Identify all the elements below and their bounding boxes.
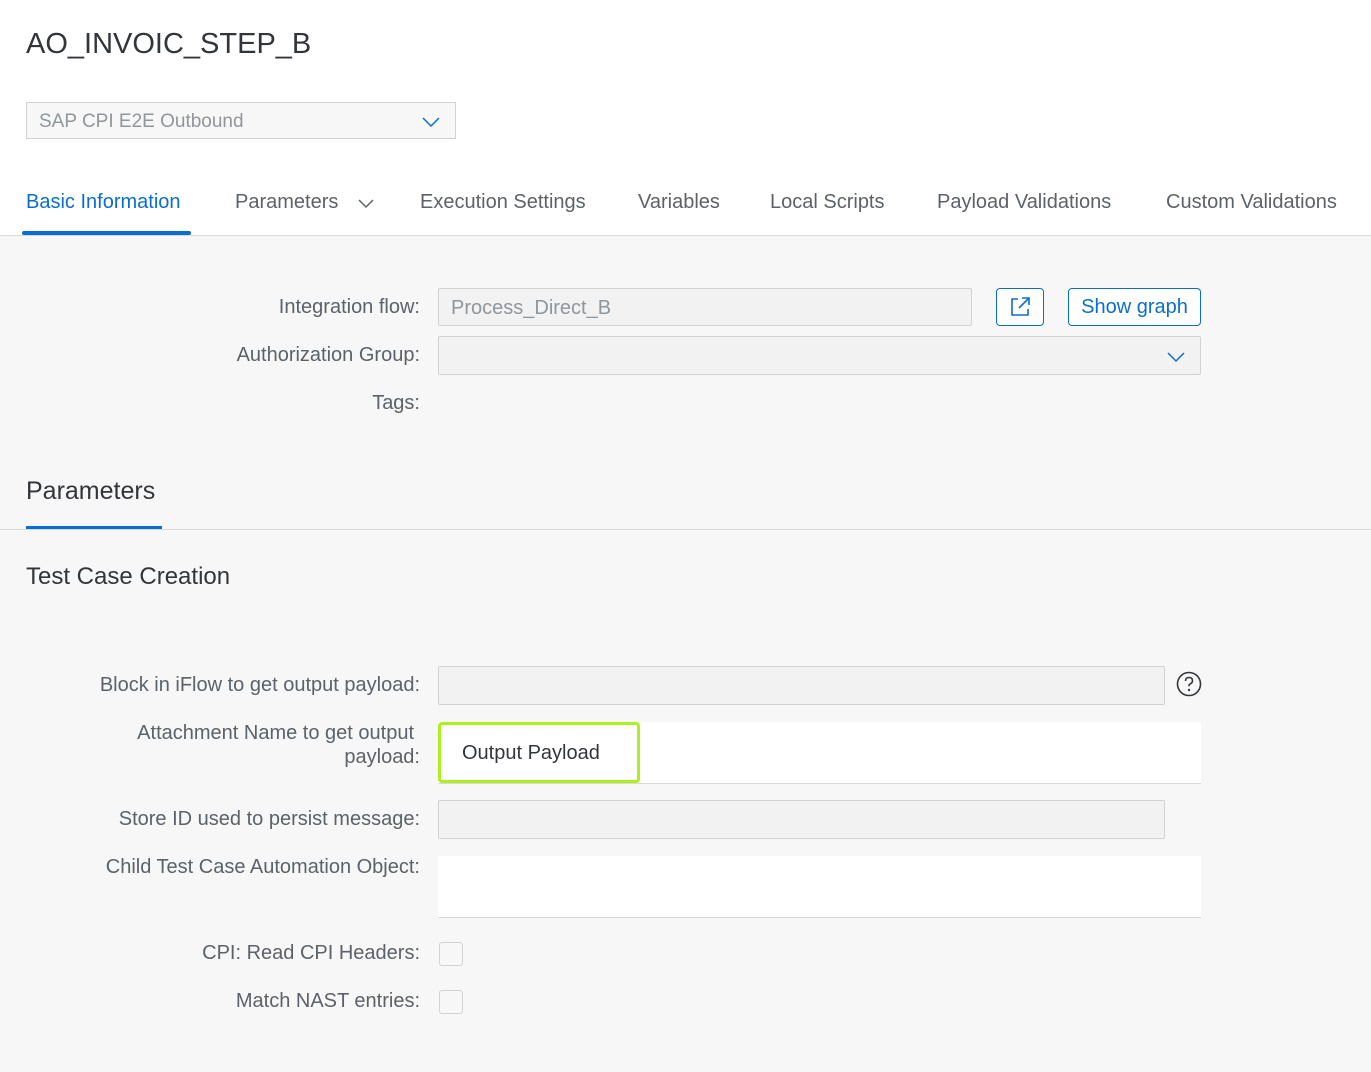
- tab-local-scripts[interactable]: Local Scripts: [770, 191, 885, 214]
- integration-flow-field[interactable]: Process_Direct_B: [438, 288, 972, 326]
- external-link-icon: [1011, 297, 1030, 316]
- attachment-name-label-line1: Attachment Name to get output: [137, 722, 414, 744]
- chevron-down-icon[interactable]: [357, 195, 375, 213]
- attachment-name-token[interactable]: Output Payload: [438, 722, 640, 783]
- integration-flow-value: Process_Direct_B: [451, 297, 612, 319]
- match-nast-label: Match NAST entries:: [235, 990, 420, 1012]
- tab-parameters[interactable]: Parameters: [235, 191, 338, 214]
- page-title: AO_INVOIC_STEP_B: [26, 28, 312, 60]
- automation-type-value: SAP CPI E2E Outbound: [39, 111, 244, 132]
- authorization-group-select[interactable]: [438, 336, 1201, 375]
- attachment-name-value: Output Payload: [462, 742, 600, 764]
- open-integration-flow-button[interactable]: [996, 288, 1044, 326]
- section-divider: [0, 529, 1371, 530]
- tab-bar-divider: [0, 235, 1371, 236]
- tab-custom-validations[interactable]: Custom Validations: [1166, 191, 1337, 214]
- match-nast-checkbox[interactable]: [439, 990, 463, 1014]
- integration-flow-label: Integration flow:: [278, 296, 420, 318]
- store-id-label: Store ID used to persist message:: [118, 808, 420, 830]
- test-case-creation-title: Test Case Creation: [26, 563, 231, 590]
- child-test-case-label: Child Test Case Automation Object:: [105, 856, 420, 878]
- tab-execution-settings[interactable]: Execution Settings: [420, 191, 586, 214]
- read-cpi-headers-checkbox[interactable]: [439, 942, 463, 966]
- attachment-name-label-line2: payload:: [344, 746, 420, 768]
- chevron-down-icon: [422, 117, 440, 128]
- tags-label: Tags:: [372, 392, 420, 414]
- question-mark-icon[interactable]: [1176, 671, 1202, 697]
- store-id-field[interactable]: [438, 800, 1165, 839]
- parameters-section-title: Parameters: [26, 477, 156, 505]
- block-in-iflow-label: Block in iFlow to get output payload:: [99, 674, 420, 696]
- show-graph-button[interactable]: Show graph: [1068, 288, 1201, 326]
- tab-payload-validations[interactable]: Payload Validations: [937, 191, 1111, 214]
- child-test-case-field[interactable]: [438, 856, 1201, 918]
- tab-variables[interactable]: Variables: [638, 191, 720, 214]
- chevron-down-icon: [1167, 352, 1185, 363]
- block-in-iflow-field[interactable]: [438, 666, 1165, 705]
- read-cpi-headers-label: CPI: Read CPI Headers:: [202, 942, 420, 964]
- authorization-group-label: Authorization Group:: [236, 344, 420, 366]
- tab-basic-information[interactable]: Basic Information: [26, 191, 181, 214]
- tab-bar: Basic Information Parameters Execution S…: [0, 186, 1371, 236]
- automation-type-select[interactable]: SAP CPI E2E Outbound: [26, 102, 456, 139]
